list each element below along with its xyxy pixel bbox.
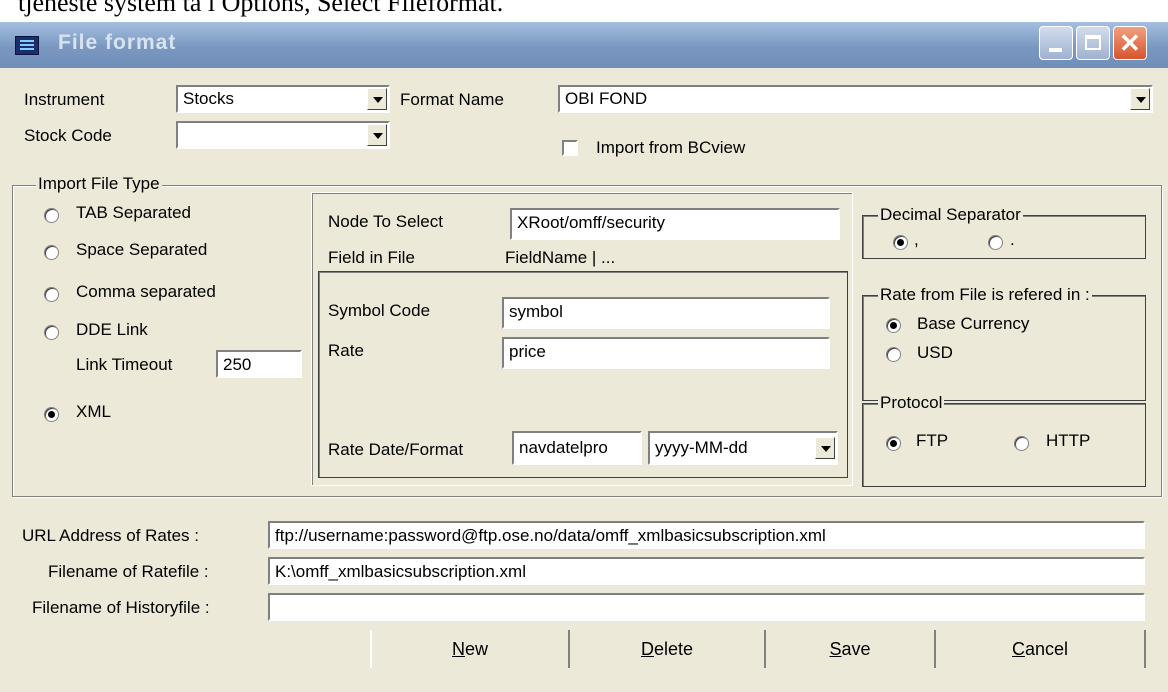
- xml-label: XML: [76, 402, 111, 421]
- minimize-button[interactable]: [1039, 26, 1073, 60]
- import-bcview-checkbox[interactable]: [562, 140, 578, 156]
- import-file-type-title: Import File Type: [36, 174, 162, 194]
- field-in-file-label: Field in File: [328, 248, 415, 267]
- chevron-down-icon[interactable]: [367, 124, 387, 146]
- format-name-value: OBI FOND: [565, 89, 648, 108]
- link-timeout-label: Link Timeout: [76, 355, 173, 374]
- rate-format-select[interactable]: yyyy-MM-dd: [648, 431, 838, 465]
- rate-reference-group: [862, 295, 1146, 401]
- delete-button[interactable]: Delete: [570, 630, 766, 668]
- rate-date-input[interactable]: navdatelpro: [512, 431, 642, 465]
- field-in-file-value: FieldName | ...: [505, 248, 616, 267]
- minimize-icon: [1049, 48, 1062, 52]
- button-bar: New Delete Save Cancel: [0, 630, 1168, 690]
- historyfile-label: Filename of Historyfile :: [32, 598, 210, 617]
- chevron-down-icon[interactable]: [367, 88, 387, 110]
- format-name-select[interactable]: OBI FOND: [558, 85, 1153, 113]
- radio-xml[interactable]: [44, 407, 59, 422]
- radio-ftp[interactable]: [886, 436, 901, 451]
- instrument-label: Instrument: [24, 90, 105, 109]
- radio-usd[interactable]: [886, 347, 901, 362]
- chevron-down-icon[interactable]: [815, 437, 835, 459]
- ratefile-input[interactable]: K:\omff_xmlbasicsubscription.xml: [268, 557, 1145, 585]
- ratefile-label: Filename of Ratefile :: [48, 562, 209, 581]
- symbol-code-label: Symbol Code: [328, 301, 431, 320]
- comma-separated-label: Comma separated: [76, 282, 216, 301]
- new-button-label: ew: [464, 639, 488, 659]
- stock-code-label: Stock Code: [24, 126, 112, 145]
- title-bar[interactable]: File format ✕: [0, 22, 1168, 68]
- maximize-button[interactable]: [1076, 26, 1110, 60]
- cancel-button-mnemonic: C: [1011, 639, 1025, 659]
- rate-reference-title: Rate from File is refered in :: [878, 285, 1092, 305]
- close-button[interactable]: ✕: [1113, 26, 1147, 60]
- historyfile-input[interactable]: [268, 593, 1145, 621]
- window-title: File format: [58, 31, 177, 54]
- usd-label: USD: [917, 343, 953, 362]
- chevron-down-icon[interactable]: [1130, 88, 1150, 110]
- protocol-title: Protocol: [878, 393, 945, 413]
- rate-input[interactable]: price: [502, 337, 830, 369]
- save-button-mnemonic: S: [829, 639, 842, 659]
- tab-separated-label: TAB Separated: [76, 203, 191, 222]
- maximize-icon: [1085, 35, 1101, 50]
- document-text: tjeneste system ta i Options, Select Fil…: [18, 0, 504, 17]
- app-icon: [15, 36, 39, 55]
- format-name-label: Format Name: [400, 90, 504, 109]
- cancel-button[interactable]: Cancel: [936, 630, 1146, 668]
- radio-dde-link[interactable]: [44, 325, 59, 340]
- file-format-window: File format ✕ Instrument Stocks Format N…: [0, 22, 1168, 692]
- base-currency-label: Base Currency: [917, 314, 1030, 333]
- url-input[interactable]: ftp://username:password@ftp.ose.no/data/…: [268, 521, 1145, 549]
- save-button-label: ave: [841, 639, 871, 659]
- http-label: HTTP: [1046, 431, 1091, 450]
- import-bcview-label: Import from BCview: [596, 138, 746, 157]
- node-to-select-label: Node To Select: [328, 212, 443, 231]
- protocol-group: [862, 403, 1146, 487]
- url-label: URL Address of Rates :: [22, 526, 200, 545]
- radio-base-currency[interactable]: [886, 318, 901, 333]
- link-timeout-input[interactable]: 250: [216, 350, 302, 378]
- rate-format-value: yyyy-MM-dd: [655, 438, 748, 457]
- radio-space-separated[interactable]: [44, 245, 59, 260]
- symbol-code-input[interactable]: symbol: [502, 297, 830, 329]
- radio-http[interactable]: [1014, 436, 1029, 451]
- rate-date-format-label: Rate Date/Format: [328, 440, 464, 459]
- space-separated-label: Space Separated: [76, 240, 208, 259]
- radio-comma-separated[interactable]: [44, 287, 59, 302]
- ftp-label: FTP: [916, 431, 949, 450]
- close-icon: ✕: [1119, 28, 1141, 58]
- instrument-value: Stocks: [183, 89, 235, 108]
- delete-button-mnemonic: D: [640, 639, 654, 659]
- decimal-dot-label: .: [1010, 230, 1015, 249]
- stock-code-select[interactable]: [176, 121, 390, 149]
- radio-tab-separated[interactable]: [44, 208, 59, 223]
- rate-label: Rate: [328, 341, 364, 360]
- dde-link-label: DDE Link: [76, 320, 148, 339]
- save-button[interactable]: Save: [766, 630, 936, 668]
- new-button[interactable]: New: [370, 630, 570, 668]
- radio-decimal-dot[interactable]: [988, 235, 1003, 250]
- instrument-select[interactable]: Stocks: [176, 85, 390, 113]
- cancel-button-label: ancel: [1024, 639, 1069, 659]
- decimal-separator-title: Decimal Separator: [878, 205, 1023, 225]
- delete-button-label: elete: [653, 639, 694, 659]
- radio-decimal-comma[interactable]: [893, 235, 908, 250]
- new-button-mnemonic: N: [451, 639, 465, 659]
- decimal-comma-label: ,: [914, 230, 919, 249]
- node-to-select-input[interactable]: XRoot/omff/security: [510, 208, 840, 240]
